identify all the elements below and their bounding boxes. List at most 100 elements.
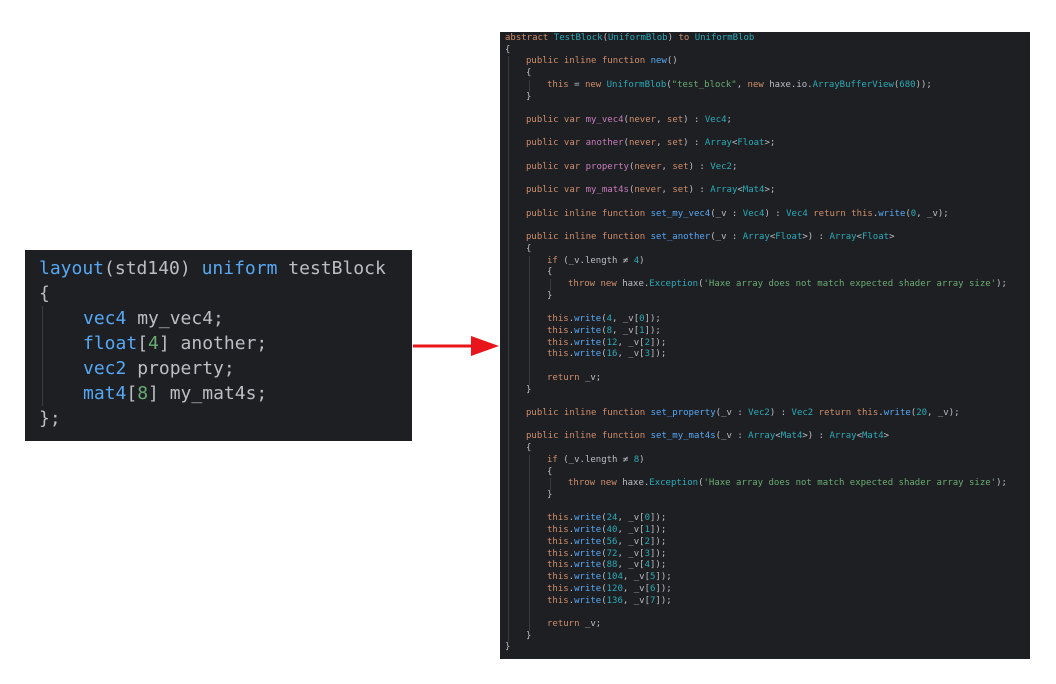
code-token: } bbox=[547, 490, 553, 501]
code-token: 56 bbox=[606, 536, 618, 547]
code-line-content: float[4] another; bbox=[39, 333, 267, 354]
indent-guide bbox=[529, 525, 530, 537]
indent-guide bbox=[508, 91, 509, 104]
indent-guide bbox=[508, 115, 509, 127]
code-token: write bbox=[574, 560, 602, 571]
code-token: write bbox=[574, 595, 602, 606]
code-line-content: public var my_vec4(never, set) : Vec4; bbox=[505, 115, 732, 125]
code-token: , _v[ bbox=[617, 337, 645, 348]
right-arrow-icon bbox=[413, 336, 499, 356]
indent-guide bbox=[508, 349, 509, 362]
code-token: 20 bbox=[916, 408, 928, 418]
code-token: public var bbox=[526, 115, 586, 126]
code-token: this bbox=[547, 595, 569, 606]
code-token: this bbox=[547, 536, 569, 547]
code-token: set bbox=[672, 185, 689, 196]
code-line-content: this.write(136, _v[7]); bbox=[505, 596, 672, 606]
code-line-content: }; bbox=[39, 408, 61, 429]
indent-guide bbox=[508, 525, 509, 537]
code-token: ) bbox=[667, 33, 679, 43]
code-token: Vec4 bbox=[704, 115, 727, 126]
code-token: Float bbox=[861, 232, 890, 243]
code-token: = bbox=[568, 79, 585, 90]
indent-guide bbox=[508, 513, 509, 526]
code-line: public inline function new() bbox=[505, 56, 1030, 69]
code-token: if bbox=[547, 255, 564, 266]
indent-guide bbox=[529, 279, 530, 291]
code-token: this bbox=[547, 325, 569, 336]
code-line: this = new UniformBlob("test_block", new… bbox=[505, 79, 1030, 92]
indent-guide bbox=[529, 595, 530, 608]
code-token: Vec2 bbox=[710, 161, 732, 172]
code-token: 72 bbox=[606, 548, 618, 559]
code-token: haxe. bbox=[622, 279, 650, 290]
code-line: vec2 property; bbox=[39, 356, 412, 381]
indent-guide bbox=[529, 607, 530, 619]
code-token: ]); bbox=[644, 314, 661, 325]
indent-guide bbox=[550, 478, 551, 491]
code-line bbox=[505, 173, 1030, 186]
indent-guide bbox=[529, 490, 530, 502]
indent-guide bbox=[529, 548, 530, 561]
code-line: this.write(4, _v[0]); bbox=[505, 314, 1030, 326]
code-line-content: this.write(120, _v[6]); bbox=[505, 584, 672, 594]
code-line: this.write(104, _v[5]); bbox=[505, 572, 1030, 584]
code-token: { bbox=[39, 283, 50, 304]
code-token: if bbox=[547, 454, 564, 465]
code-line: vec4 my_vec4; bbox=[39, 306, 412, 331]
code-token: write bbox=[574, 548, 602, 559]
code-token: new bbox=[747, 79, 770, 90]
indent-guide bbox=[508, 490, 509, 502]
code-token: , bbox=[736, 79, 748, 90]
indent-guide bbox=[508, 372, 509, 385]
code-token: ) : bbox=[683, 115, 705, 126]
code-token: set bbox=[672, 161, 689, 172]
indent-guide bbox=[508, 396, 509, 408]
code-token: (_v : bbox=[715, 408, 749, 418]
code-line-content: } bbox=[505, 642, 510, 652]
code-token: 8 bbox=[137, 383, 149, 404]
code-token: never bbox=[634, 161, 662, 172]
code-token: this bbox=[547, 548, 569, 559]
code-token: ) : bbox=[683, 138, 705, 149]
code-token: this bbox=[547, 314, 569, 325]
code-token: _v; bbox=[584, 372, 602, 383]
code-line-content: public var another(never, set) : Array<F… bbox=[505, 138, 775, 148]
code-token: 680 bbox=[899, 79, 916, 90]
indent-guide bbox=[508, 138, 509, 151]
indent-guide bbox=[508, 478, 509, 491]
code-line-content: public var my_mat4s(never, set) : Array<… bbox=[505, 185, 775, 195]
code-line: return _v; bbox=[505, 372, 1030, 385]
indent-guide bbox=[508, 185, 509, 198]
code-token: ]); bbox=[649, 525, 667, 536]
code-line-content bbox=[505, 303, 547, 313]
code-token: property; bbox=[126, 358, 235, 379]
indent-guide bbox=[508, 466, 509, 479]
code-token: Float bbox=[737, 138, 765, 149]
code-token: vec2 bbox=[83, 358, 127, 379]
indent-guide bbox=[529, 337, 530, 350]
code-line-content: return _v; bbox=[505, 373, 601, 383]
code-token: , _v); bbox=[927, 408, 960, 418]
code-token: Exception bbox=[649, 478, 699, 489]
code-token: )); bbox=[915, 79, 932, 90]
code-token: write bbox=[574, 525, 602, 536]
indent-guide bbox=[508, 208, 509, 221]
code-token: set bbox=[666, 115, 684, 126]
indent-guide bbox=[508, 337, 509, 350]
code-token: UniformBlob bbox=[607, 33, 668, 43]
code-token: ] another; bbox=[158, 333, 268, 354]
code-token: { bbox=[547, 466, 553, 477]
indent-guide bbox=[529, 349, 530, 362]
indent-guide bbox=[508, 150, 509, 162]
code-token: > bbox=[883, 431, 890, 442]
indent-guide bbox=[508, 431, 509, 444]
code-line-content: if (_v.length ≠ 8) bbox=[505, 455, 645, 465]
code-token: this bbox=[547, 572, 569, 583]
code-line: this.write(8, _v[1]); bbox=[505, 325, 1030, 338]
indent-guide bbox=[508, 419, 509, 432]
indent-guide bbox=[508, 443, 509, 455]
code-line: public inline function set_another(_v : … bbox=[505, 232, 1030, 244]
code-token: public inline function bbox=[526, 408, 651, 418]
code-token: > bbox=[889, 232, 895, 243]
